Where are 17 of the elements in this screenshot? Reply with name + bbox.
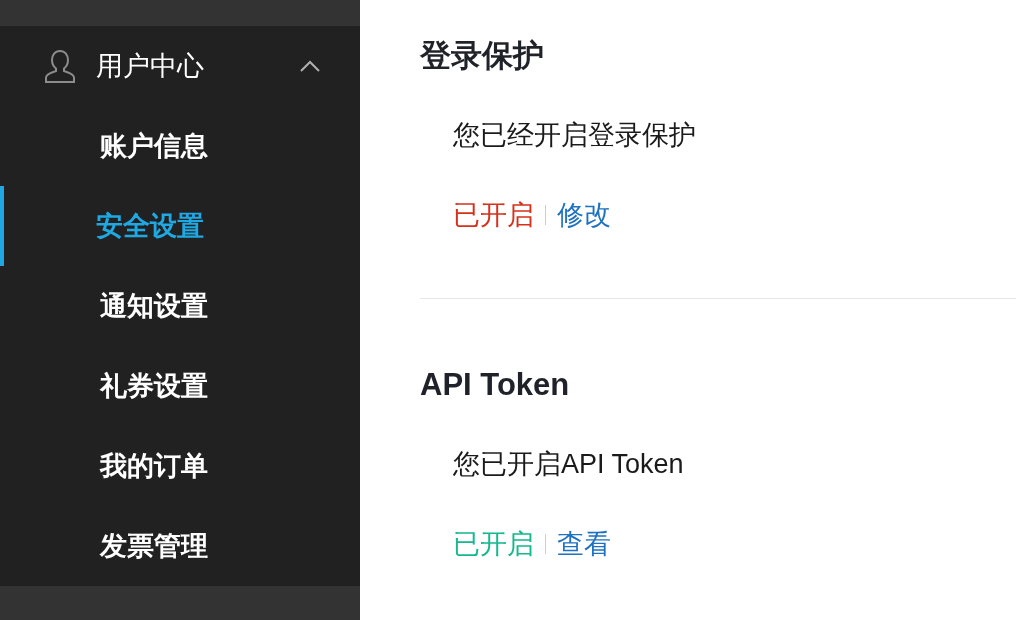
action-link[interactable]: 修改 — [557, 197, 611, 233]
sidebar-item[interactable]: 我的订单 — [0, 426, 360, 506]
action-link[interactable]: 查看 — [557, 526, 611, 562]
sidebar-item[interactable]: 礼券设置 — [0, 346, 360, 426]
status-text: 已开启 — [453, 528, 534, 561]
section-title: 登录保护 — [420, 37, 544, 75]
sidebar-group-header[interactable]: 用户中心 — [0, 26, 360, 106]
sidebar-item[interactable]: 安全设置 — [0, 186, 360, 266]
person-icon — [44, 49, 76, 83]
status-text: 已开启 — [453, 199, 534, 232]
section-description: 您已开启API Token — [453, 448, 684, 481]
section-title: API Token — [420, 366, 570, 404]
sidebar-item[interactable]: 通知设置 — [0, 266, 360, 346]
section-description: 您已经开启登录保护 — [453, 119, 696, 152]
sidebar-item[interactable]: 账户信息 — [0, 106, 360, 186]
sidebar-group-label: 用户中心 — [96, 50, 204, 83]
sidebar-item[interactable]: 发票管理 — [0, 506, 360, 586]
